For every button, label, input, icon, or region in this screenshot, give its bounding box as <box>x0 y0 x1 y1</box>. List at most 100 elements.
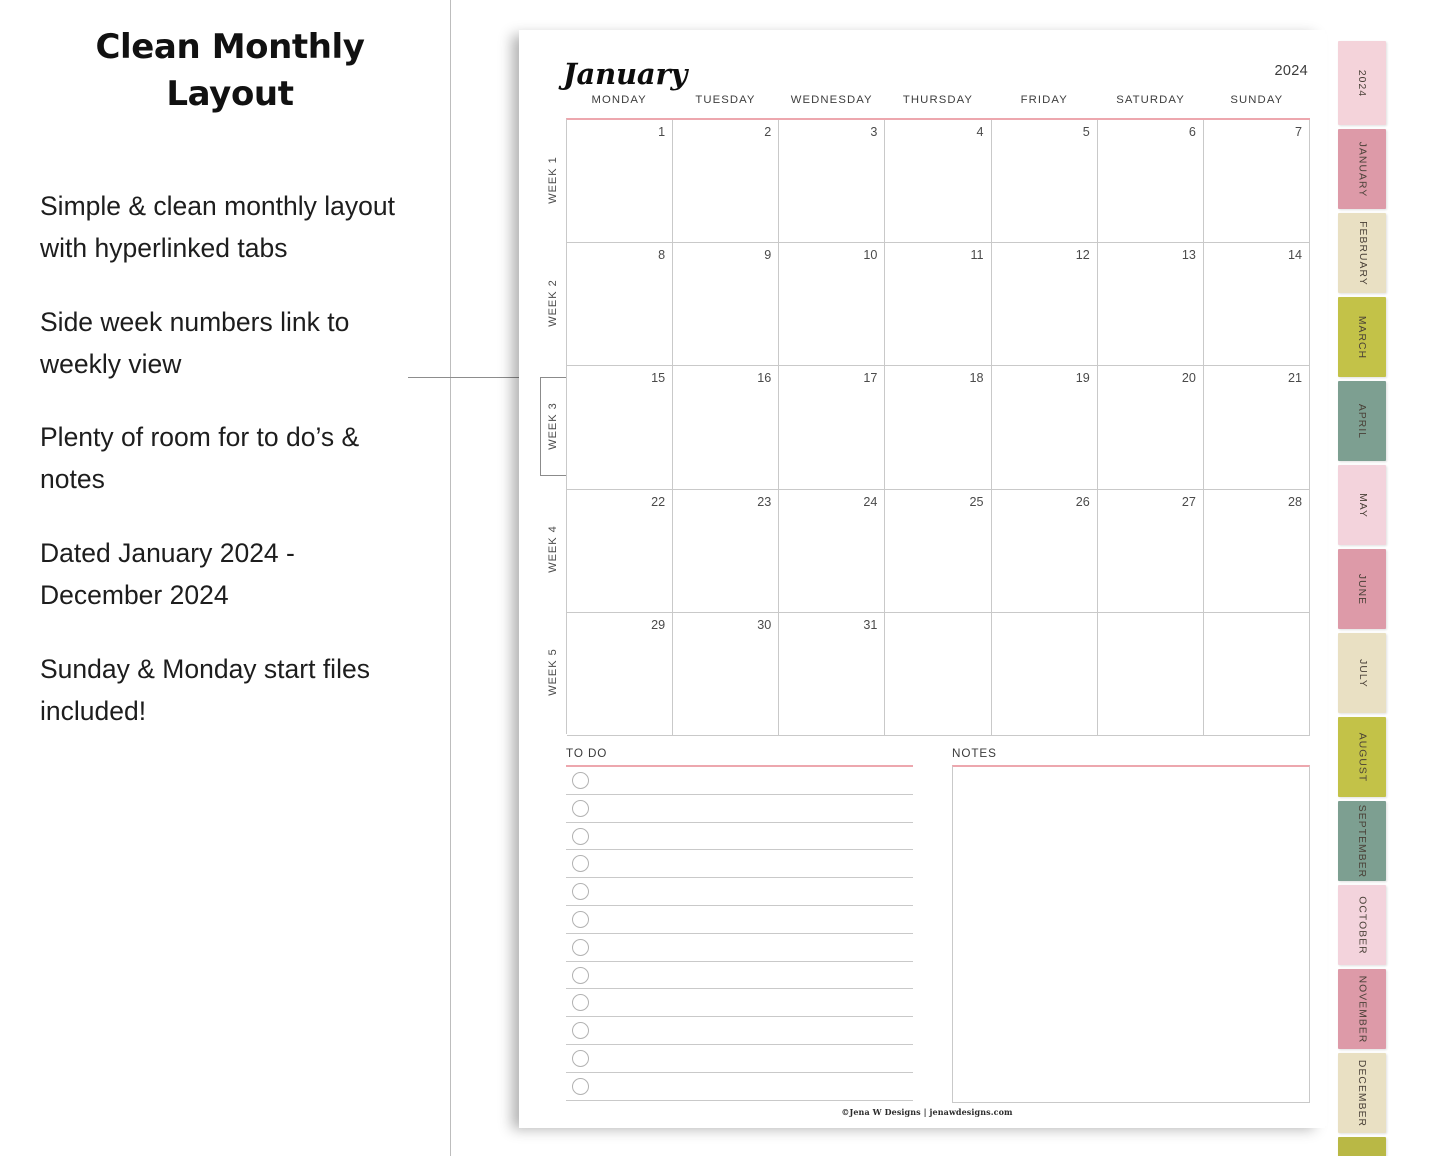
day-number: 11 <box>970 248 984 263</box>
day-cell-2[interactable]: 2 <box>673 120 780 243</box>
day-cell-empty[interactable] <box>992 612 1098 735</box>
day-cell-11[interactable]: 11 <box>885 243 992 366</box>
day-cell-empty[interactable] <box>885 612 992 735</box>
day-number: 1 <box>658 125 666 139</box>
todo-row[interactable] <box>566 878 913 906</box>
todo-row[interactable] <box>566 906 913 934</box>
weekday-header-row: MONDAY TUESDAY WEDNESDAY THURSDAY FRIDAY SATU… <box>566 94 1310 116</box>
week-link-4[interactable]: WEEK 4 <box>539 488 566 611</box>
day-number: 13 <box>1181 248 1196 263</box>
tab-april[interactable]: APRIL <box>1338 381 1386 461</box>
todo-checkbox-circle-icon[interactable] <box>572 1022 589 1040</box>
tab-label: APRIL <box>1356 403 1368 439</box>
day-cell-22[interactable]: 22 <box>567 489 674 612</box>
tab-notes[interactable]: NOTES <box>1338 1137 1386 1156</box>
todo-row[interactable] <box>566 823 913 851</box>
tab-january[interactable]: JANUARY <box>1338 129 1386 209</box>
tab-august[interactable]: AUGUST <box>1338 717 1386 797</box>
todo-checkbox-circle-icon[interactable] <box>572 855 589 873</box>
day-cell-13[interactable]: 13 <box>1098 243 1204 366</box>
tab-february[interactable]: FEBRUARY <box>1338 213 1386 293</box>
tab-march[interactable]: MARCH <box>1338 297 1386 377</box>
day-cell-20[interactable]: 20 <box>1098 366 1204 489</box>
day-cell-29[interactable]: 29 <box>567 612 674 735</box>
tab-label: FEBRUARY <box>1356 220 1368 286</box>
feature-item: Simple & clean monthly layout with hyper… <box>40 191 395 263</box>
day-cell-30[interactable]: 30 <box>673 612 780 735</box>
day-number: 29 <box>651 617 666 632</box>
day-cell-31[interactable]: 31 <box>779 612 886 735</box>
tab-october[interactable]: OCTOBER <box>1338 885 1386 965</box>
todo-checkbox-circle-icon[interactable] <box>572 772 589 789</box>
todo-checkbox-circle-icon[interactable] <box>572 883 589 901</box>
day-cell-23[interactable]: 23 <box>673 489 780 612</box>
day-number: 28 <box>1287 494 1302 509</box>
day-cell-19[interactable]: 19 <box>992 366 1098 489</box>
todo-row[interactable] <box>566 767 913 795</box>
todo-checkbox-circle-icon[interactable] <box>572 910 589 928</box>
todo-row[interactable] <box>566 850 913 879</box>
todo-checkbox-circle-icon[interactable] <box>572 799 589 817</box>
todo-row[interactable] <box>566 962 913 990</box>
day-cell-8[interactable]: 8 <box>567 243 674 366</box>
day-cell-10[interactable]: 10 <box>779 243 886 366</box>
todo-checkbox-circle-icon[interactable] <box>572 994 589 1012</box>
todo-row[interactable] <box>566 795 913 823</box>
tab-may[interactable]: MAY <box>1338 465 1386 545</box>
day-number: 20 <box>1181 371 1196 386</box>
day-cell-empty[interactable] <box>1098 612 1204 735</box>
todo-row[interactable] <box>566 1045 913 1073</box>
todo-row[interactable] <box>566 1017 913 1045</box>
day-cell-17[interactable]: 17 <box>779 366 886 489</box>
week-link-2[interactable]: WEEK 2 <box>539 241 566 364</box>
weekday-label-wednesday: WEDNESDAY <box>790 94 873 106</box>
day-cell-21[interactable]: 21 <box>1204 366 1310 489</box>
todo-row[interactable] <box>566 1073 913 1101</box>
tab-november[interactable]: NOVEMBER <box>1338 969 1386 1049</box>
day-cell-28[interactable]: 28 <box>1204 489 1310 612</box>
day-cell-4[interactable]: 4 <box>885 120 992 243</box>
day-cell-18[interactable]: 18 <box>885 366 992 489</box>
day-cell-16[interactable]: 16 <box>673 366 780 489</box>
day-cell-empty[interactable] <box>1204 612 1310 735</box>
day-cell-9[interactable]: 9 <box>673 243 780 366</box>
tab-label: JULY <box>1356 658 1368 688</box>
todo-row[interactable] <box>566 934 913 962</box>
day-cell-6[interactable]: 6 <box>1098 120 1204 243</box>
notes-area[interactable] <box>952 765 1310 1103</box>
day-cell-3[interactable]: 3 <box>779 120 886 243</box>
todo-section: TO DO <box>566 747 913 1102</box>
day-number: 30 <box>757 617 772 632</box>
todo-checkbox-circle-icon[interactable] <box>572 938 589 956</box>
day-cell-12[interactable]: 12 <box>992 243 1098 366</box>
week-link-label: WEEK 4 <box>546 525 559 573</box>
week-link-1[interactable]: WEEK 1 <box>539 118 566 241</box>
tab-label: MAY <box>1356 492 1368 518</box>
day-cell-15[interactable]: 15 <box>567 366 674 489</box>
day-cell-25[interactable]: 25 <box>885 489 992 612</box>
bottom-sections: TO DO NOTES <box>566 747 1310 1103</box>
day-cell-24[interactable]: 24 <box>779 489 886 612</box>
tab-december[interactable]: DECEMBER <box>1338 1053 1386 1133</box>
tab-september[interactable]: SEPTEMBER <box>1338 801 1386 881</box>
feature-item: Plenty of room for to do’s & notes <box>40 422 360 495</box>
day-cell-27[interactable]: 27 <box>1098 489 1204 612</box>
week-link-5[interactable]: WEEK 5 <box>539 611 566 734</box>
day-cell-5[interactable]: 5 <box>992 120 1098 243</box>
day-cell-14[interactable]: 14 <box>1204 243 1310 366</box>
day-cell-26[interactable]: 26 <box>992 489 1098 612</box>
tab-july[interactable]: JULY <box>1338 633 1386 713</box>
todo-checkbox-circle-icon[interactable] <box>572 1077 589 1095</box>
day-cell-7[interactable]: 7 <box>1204 120 1310 243</box>
day-cell-1[interactable]: 1 <box>567 120 674 243</box>
week-link-3[interactable]: WEEK 3 <box>539 364 567 487</box>
todo-checkbox-circle-icon[interactable] <box>572 1049 589 1067</box>
tab-june[interactable]: JUNE <box>1338 549 1386 629</box>
day-number: 26 <box>1075 494 1090 509</box>
day-number: 6 <box>1188 125 1196 139</box>
todo-checkbox-circle-icon[interactable] <box>572 827 589 845</box>
todo-checkbox-circle-icon[interactable] <box>572 966 589 984</box>
tab-label: MARCH <box>1356 315 1368 359</box>
todo-row[interactable] <box>566 989 913 1018</box>
tab-2024[interactable]: 2024 <box>1338 41 1386 125</box>
